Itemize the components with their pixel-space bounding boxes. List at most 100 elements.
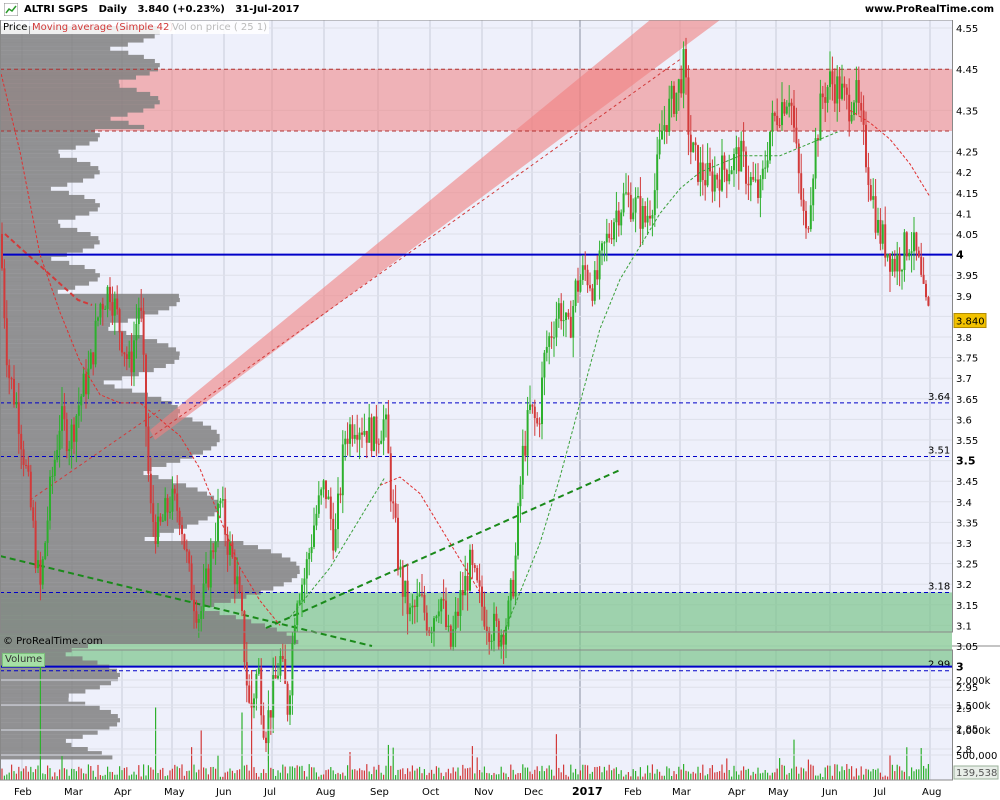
profile-bar	[0, 606, 203, 612]
candle-body	[209, 550, 212, 588]
volume-bar	[330, 767, 332, 780]
candle-body	[70, 424, 73, 449]
volume-bar	[853, 776, 855, 780]
candle-body	[8, 365, 11, 379]
candle-body	[317, 495, 320, 514]
volume-bar	[819, 773, 821, 780]
volume-bar	[786, 774, 788, 780]
volume-bar	[231, 770, 233, 780]
profile-bar	[0, 409, 180, 414]
candle-body	[286, 683, 289, 715]
profile-bar	[0, 413, 179, 418]
candle-body	[183, 534, 186, 549]
volume-bar	[119, 766, 121, 780]
y-tick-label: 3.3	[956, 539, 972, 550]
candle-body	[37, 560, 39, 569]
volume-bar	[392, 747, 394, 780]
candle-body	[646, 215, 649, 223]
volume-bar	[275, 775, 277, 780]
level-label: 2.99	[928, 660, 950, 671]
volume-bar	[527, 767, 529, 780]
profile-bar	[0, 75, 137, 80]
profile-bar	[0, 487, 198, 492]
profile-bar	[0, 442, 217, 447]
volume-bar	[803, 768, 805, 780]
y-tick-label: 4.15	[956, 189, 978, 200]
legend-vol-on-price[interactable]: Vol on price ( 25 1)	[170, 21, 270, 34]
volume-label[interactable]: Volume	[2, 653, 46, 667]
volume-bar	[781, 764, 783, 780]
candle-body	[265, 737, 267, 744]
volume-bar	[649, 772, 651, 780]
legend-moving-average[interactable]: Moving average (Simple 42)	[30, 21, 176, 34]
profile-bar	[0, 310, 159, 315]
volume-bar	[829, 765, 831, 780]
candle-body	[759, 179, 762, 198]
candle-body	[531, 404, 534, 407]
candle-body	[346, 438, 349, 444]
y-tick-label: 3.35	[956, 518, 978, 529]
candle-body	[483, 606, 486, 627]
candle-body	[301, 584, 303, 601]
candle-body	[572, 305, 575, 338]
volume-bar	[311, 767, 313, 780]
candle-body	[181, 525, 183, 535]
candle-body	[579, 279, 582, 292]
candle-body	[253, 698, 255, 708]
candle-body	[545, 346, 548, 353]
volume-bar	[35, 769, 37, 780]
candle-body	[913, 232, 915, 252]
candle-body	[152, 503, 155, 523]
candle-body	[481, 586, 483, 607]
candle-body	[97, 317, 99, 321]
candle-body	[65, 419, 68, 452]
candle-body	[339, 493, 342, 496]
volume-bar	[915, 769, 917, 780]
volume-bar	[366, 764, 368, 780]
candle-body	[807, 228, 810, 230]
candle-body	[538, 423, 541, 425]
site-link[interactable]: www.ProRealTime.com	[865, 4, 994, 15]
profile-bar	[0, 734, 83, 739]
chart-type-icon[interactable]	[4, 3, 18, 16]
volume-bar	[683, 764, 685, 780]
candle-body	[29, 471, 32, 508]
candle-body	[63, 406, 66, 420]
profile-bar	[0, 236, 99, 241]
volume-bar	[85, 773, 87, 780]
volume-bar	[299, 766, 301, 780]
candle-body	[673, 85, 675, 114]
volume-bar	[277, 770, 279, 780]
candle-body	[713, 174, 716, 192]
candle-body	[706, 162, 709, 186]
volume-bar	[536, 766, 538, 780]
volume-bar	[747, 768, 749, 780]
candle-body	[413, 605, 416, 607]
volume-bar	[215, 768, 217, 780]
candle-body	[409, 607, 411, 615]
volume-bar	[356, 770, 358, 780]
candle-body	[351, 424, 354, 439]
profile-bar	[0, 100, 160, 105]
legend-price[interactable]: Price	[1, 21, 30, 34]
profile-bar	[0, 466, 152, 472]
volume-bar	[817, 775, 819, 780]
volume-bar	[560, 772, 562, 780]
candle-body	[805, 210, 807, 229]
volume-bar	[239, 769, 241, 780]
volume-bar	[551, 769, 553, 780]
volume-bar	[114, 774, 116, 780]
candle-body	[41, 559, 44, 585]
volume-bar	[714, 772, 716, 780]
profile-bar	[0, 223, 61, 228]
candle-body	[308, 553, 311, 560]
volume-bar	[615, 767, 617, 780]
volume-bar	[90, 766, 92, 780]
volume-bar	[627, 772, 629, 780]
volume-bar	[716, 771, 718, 780]
volume-bar	[875, 769, 877, 780]
candle-body	[224, 499, 227, 535]
volume-bar	[726, 758, 728, 780]
volume-bar	[23, 768, 25, 780]
volume-bar	[827, 765, 829, 780]
